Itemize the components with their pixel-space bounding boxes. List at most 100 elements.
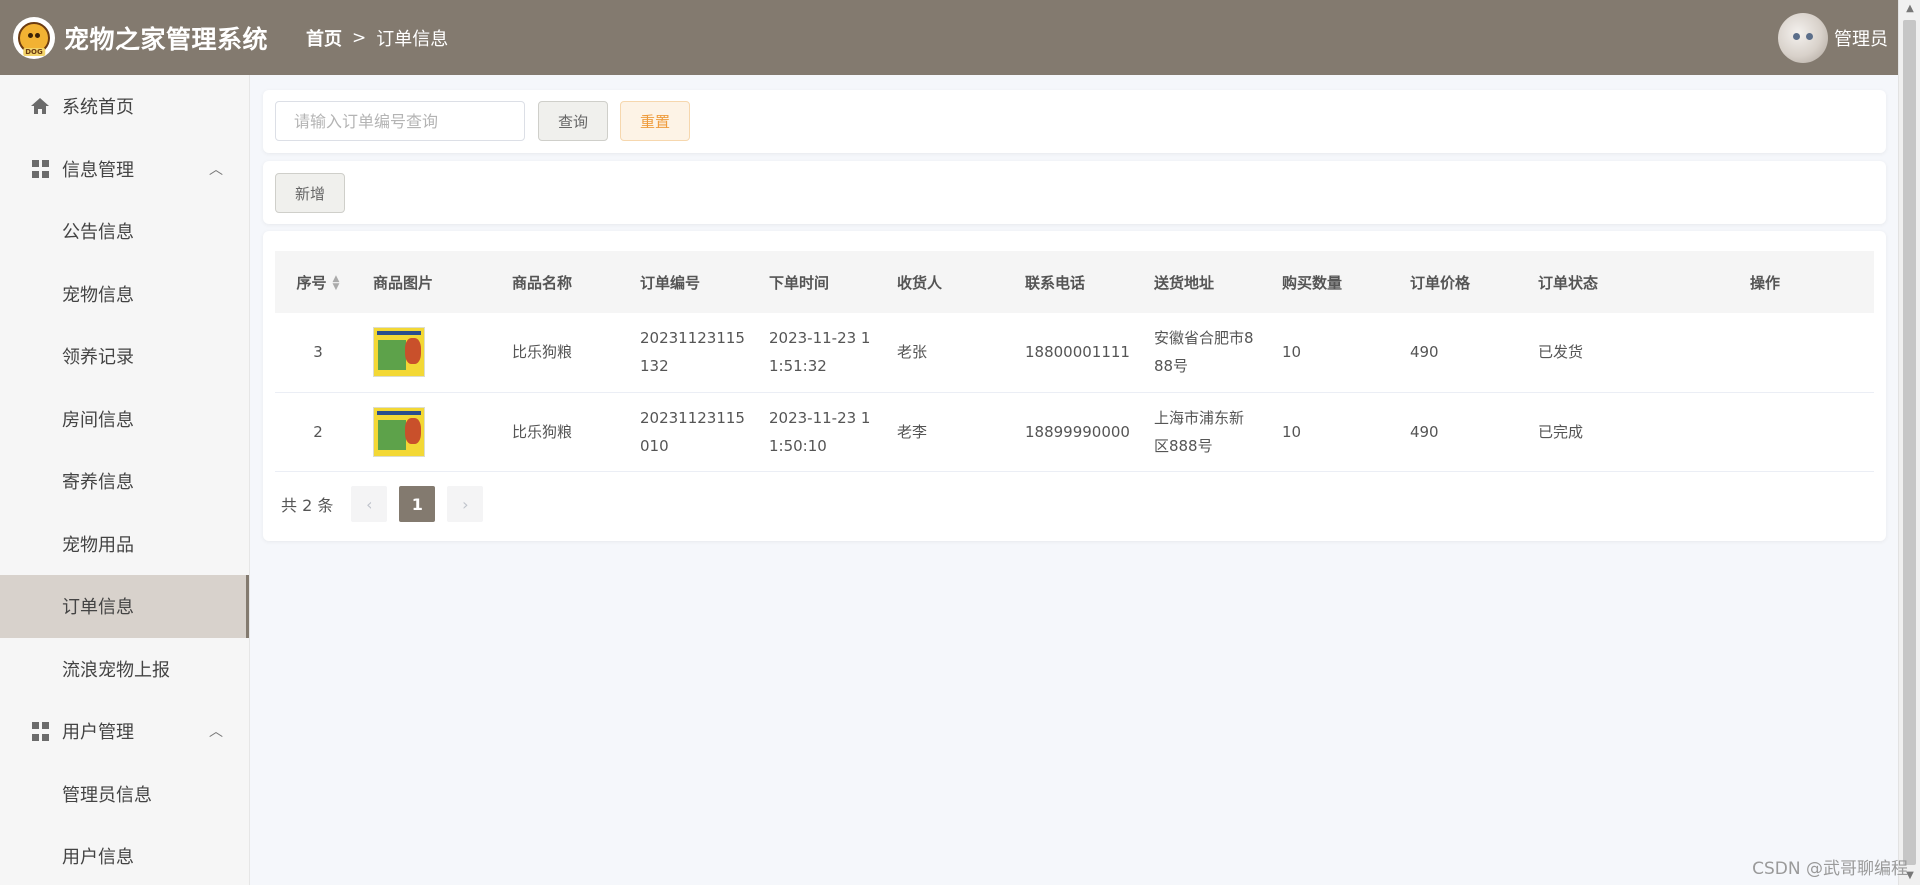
sidebar-item-label: 宠物信息: [62, 284, 134, 306]
table-row[interactable]: 3 比乐狗粮 20231123115 132 2023-11-23 1 1:51:3…: [275, 313, 1874, 393]
grid-icon: [30, 159, 50, 179]
cell-address-line: 区888号: [1153, 436, 1213, 455]
sidebar-item-adoption[interactable]: 领养记录: [0, 325, 249, 388]
breadcrumb-current: 订单信息: [376, 28, 449, 50]
cell-time-line: 1:51:32: [768, 357, 827, 376]
product-image[interactable]: [373, 406, 425, 457]
cell-receiver: 老张: [884, 313, 1013, 393]
sidebar-item-foster[interactable]: 寄养信息: [0, 450, 249, 513]
sidebar-group-info-management[interactable]: 信息管理 ︿: [0, 138, 249, 201]
chevron-up-icon[interactable]: ︿: [209, 721, 223, 741]
logo-tag-text: DOG: [23, 47, 45, 56]
cell-phone: 18800001111: [1012, 313, 1142, 393]
sidebar-group-user-management[interactable]: 用户管理 ︿: [0, 700, 249, 763]
order-no-search-input[interactable]: [275, 101, 525, 141]
column-header-name: 商品名称: [512, 273, 573, 292]
cell-phone: 18899990000: [1012, 392, 1142, 472]
sidebar-item-room[interactable]: 房间信息: [0, 388, 249, 451]
cell-time-line: 1:50:10: [768, 436, 827, 455]
avatar[interactable]: [1778, 13, 1828, 63]
cell-price: 490: [1397, 313, 1526, 393]
column-header-receiver: 收货人: [896, 273, 942, 292]
cell-image: [361, 392, 500, 472]
user-menu[interactable]: 管理员: [1778, 13, 1888, 63]
next-page-button[interactable]: ›: [447, 486, 484, 522]
column-header-address: 送货地址: [1153, 273, 1214, 292]
cell-time: 2023-11-23 1 1:51:32: [756, 313, 885, 393]
scrollbar-thumb[interactable]: [1903, 20, 1916, 865]
cell-name: 比乐狗粮: [500, 392, 628, 472]
cell-order-no: 20231123115 010: [628, 392, 757, 472]
cell-receiver: 老李: [884, 392, 1013, 472]
sidebar-item-label: 流浪宠物上报: [62, 659, 170, 681]
cell-address: 安徽省合肥市8 88号: [1141, 313, 1270, 393]
orders-table: 序号 ▲ ▼ 商品图片 商品名称 订单编号 下单时间 收货人 联系电话 送货地址 购…: [275, 251, 1874, 472]
sidebar-item-admin-info[interactable]: 管理员信息: [0, 763, 249, 826]
column-header-actions: 操作: [1749, 273, 1780, 292]
dog-logo-icon: DOG: [13, 16, 55, 59]
cell-address-line: 安徽省合肥市8: [1153, 329, 1254, 348]
cell-status: 已发货: [1525, 313, 1738, 393]
sidebar-item-label: 用户信息: [62, 847, 134, 869]
column-header-image: 商品图片: [373, 273, 434, 292]
cell-no: 3: [275, 313, 361, 393]
cell-status: 已完成: [1525, 392, 1738, 472]
column-header-label: 序号: [296, 273, 327, 292]
grid-icon: [30, 721, 50, 741]
scroll-up-icon[interactable]: ▲: [1899, 0, 1920, 18]
cell-time-line: 2023-11-23 1: [768, 408, 871, 427]
cell-image: [361, 313, 500, 393]
sidebar-item-pet-info[interactable]: 宠物信息: [0, 263, 249, 326]
pagination: 共 2 条 ‹ 1 ›: [275, 486, 495, 522]
cell-address-line: 88号: [1153, 357, 1189, 376]
action-card: 新增: [263, 161, 1886, 224]
breadcrumb: 首页 > 订单信息: [306, 25, 448, 51]
cell-price: 490: [1397, 392, 1526, 472]
page-number-button[interactable]: 1: [399, 486, 436, 522]
sidebar-item-label: 领养记录: [62, 347, 134, 369]
sidebar-item-label: 宠物用品: [62, 534, 134, 556]
chevron-up-icon[interactable]: ︿: [209, 159, 223, 179]
column-header-order-no: 订单编号: [640, 273, 701, 292]
cell-order-no-line: 132: [640, 357, 669, 376]
column-header-status: 订单状态: [1537, 273, 1598, 292]
add-button[interactable]: 新增: [275, 173, 345, 213]
breadcrumb-home[interactable]: 首页: [306, 25, 342, 51]
table-header-row: 序号 ▲ ▼ 商品图片 商品名称 订单编号 下单时间 收货人 联系电话 送货地址 购…: [275, 251, 1874, 313]
sidebar-item-stray-report[interactable]: 流浪宠物上报: [0, 638, 249, 701]
column-header-time: 下单时间: [768, 273, 829, 292]
sidebar-item-label: 公告信息: [62, 222, 134, 244]
cell-name: 比乐狗粮: [500, 313, 628, 393]
breadcrumb-separator: >: [352, 27, 367, 48]
sidebar-item-label: 寄养信息: [62, 472, 134, 494]
cell-qty: 10: [1269, 392, 1398, 472]
reset-button[interactable]: 重置: [620, 101, 690, 141]
app-title: 宠物之家管理系统: [64, 24, 269, 54]
column-header-price: 订单价格: [1409, 273, 1470, 292]
home-icon: [30, 96, 50, 116]
prev-page-button[interactable]: ‹: [351, 486, 388, 522]
sidebar-item-supplies[interactable]: 宠物用品: [0, 513, 249, 576]
column-header-no[interactable]: 序号 ▲ ▼: [275, 251, 361, 313]
query-button[interactable]: 查询: [538, 101, 608, 141]
sidebar-item-label: 房间信息: [62, 409, 134, 431]
user-name[interactable]: 管理员: [1834, 25, 1888, 51]
vertical-scrollbar[interactable]: ▲ ▼: [1898, 0, 1920, 885]
sidebar-item-notice[interactable]: 公告信息: [0, 200, 249, 263]
table-row[interactable]: 2 比乐狗粮 20231123115 010 2023-11-23 1 1:50:1…: [275, 392, 1874, 472]
product-image[interactable]: [373, 327, 425, 378]
sort-icon[interactable]: ▲ ▼: [333, 275, 340, 292]
sidebar-item-label: 用户管理: [62, 722, 134, 744]
search-card: 查询 重置: [263, 90, 1886, 153]
sidebar-item-home[interactable]: 系统首页: [0, 75, 249, 138]
logo[interactable]: DOG 宠物之家管理系统: [13, 16, 269, 59]
cell-actions: [1737, 392, 1874, 472]
sidebar-item-label: 系统首页: [62, 97, 134, 119]
sidebar-item-user-info[interactable]: 用户信息: [0, 825, 249, 885]
cell-actions: [1737, 313, 1874, 393]
cell-order-no-line: 010: [640, 436, 669, 455]
sidebar-item-orders[interactable]: 订单信息: [0, 575, 249, 638]
table-card: 序号 ▲ ▼ 商品图片 商品名称 订单编号 下单时间 收货人 联系电话 送货地址 购…: [263, 231, 1886, 541]
cell-address: 上海市浦东新 区888号: [1141, 392, 1270, 472]
cell-time: 2023-11-23 1 1:50:10: [756, 392, 885, 472]
